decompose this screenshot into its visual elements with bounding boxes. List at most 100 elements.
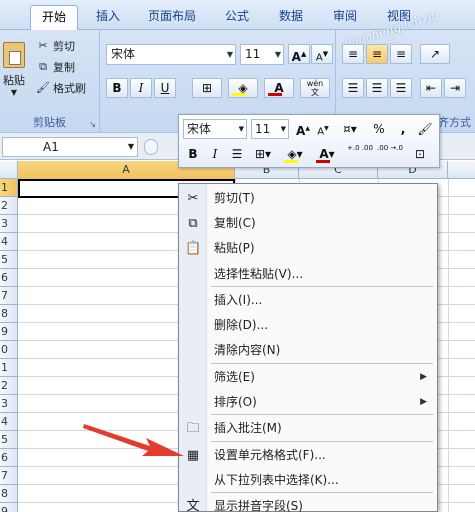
row-header[interactable]: 4 bbox=[0, 413, 18, 431]
currency-icon: ¤▾ bbox=[343, 122, 357, 136]
menu-item-label: 剪切(T) bbox=[214, 191, 255, 205]
align-right-button[interactable]: ☰ bbox=[390, 78, 412, 98]
row-header[interactable]: 1 bbox=[0, 179, 18, 197]
name-box[interactable]: A1 ▼ bbox=[2, 137, 138, 157]
mini-border-button[interactable]: ⊞▾ bbox=[249, 144, 277, 164]
row-header[interactable]: 4 bbox=[0, 233, 18, 251]
mini-font-color-button[interactable]: A▾ bbox=[313, 144, 341, 164]
row-header[interactable]: 2 bbox=[0, 377, 18, 395]
align-center-button[interactable]: ☰ bbox=[366, 78, 388, 98]
tab-insert[interactable]: 插入 bbox=[86, 5, 130, 30]
font-name-value: 宋体 bbox=[111, 47, 136, 61]
menu-item[interactable]: 从下拉列表中选择(K)... bbox=[179, 468, 437, 493]
ribbon: 开始 插入 页面布局 公式 数据 审阅 视图 jiaocheng.lchzju … bbox=[0, 0, 475, 132]
copy-button[interactable]: ⧉ 复制 bbox=[36, 59, 75, 75]
phonetic-button[interactable]: wén 文 bbox=[300, 78, 330, 98]
mini-fill-color-button[interactable]: ◈▾ bbox=[281, 144, 309, 164]
menu-separator bbox=[211, 492, 433, 493]
row-header[interactable]: 9 bbox=[0, 503, 18, 512]
row-header[interactable]: 2 bbox=[0, 197, 18, 215]
tab-formulas[interactable]: 公式 bbox=[214, 5, 260, 30]
paste-label: 粘贴 bbox=[3, 73, 25, 87]
menu-item-label: 删除(D)... bbox=[214, 318, 269, 332]
row-header[interactable]: 6 bbox=[0, 449, 18, 467]
row-header[interactable]: 8 bbox=[0, 485, 18, 503]
dialog-launcher-icon[interactable]: ↘ bbox=[89, 120, 96, 129]
italic-button[interactable]: I bbox=[130, 78, 152, 98]
mini-grow-font-button[interactable]: A▲ bbox=[293, 119, 313, 139]
copy-icon: ⧉ bbox=[188, 216, 198, 231]
tab-data[interactable]: 数据 bbox=[268, 5, 314, 30]
row-header[interactable]: 6 bbox=[0, 269, 18, 287]
shrink-font-button[interactable]: A▼ bbox=[311, 44, 333, 64]
mini-shrink-font-button[interactable]: A▼ bbox=[313, 119, 333, 139]
format-painter-button[interactable]: 🖌 格式刷 bbox=[36, 80, 86, 96]
menu-item[interactable]: 选择性粘贴(V)... bbox=[179, 262, 437, 287]
orientation-button[interactable]: ↗ bbox=[420, 44, 450, 64]
align-bottom-button[interactable]: ≡ bbox=[390, 44, 412, 64]
mini-font-size-select[interactable]: 11 ▼ bbox=[251, 119, 289, 139]
column-header-e[interactable] bbox=[448, 161, 475, 179]
paste-button[interactable]: 粘贴 ▼ bbox=[0, 36, 28, 102]
menu-item[interactable]: 📋 粘贴(P) bbox=[179, 236, 437, 261]
menu-item[interactable]: 🗀 插入批注(M) bbox=[179, 416, 437, 441]
menu-item[interactable]: 排序(O) ▶ bbox=[179, 390, 437, 415]
mini-format-painter-button[interactable]: 🖌 bbox=[415, 119, 435, 139]
menu-item[interactable]: ⧉ 复制(C) bbox=[179, 211, 437, 236]
format-painter-icon: 🖌 bbox=[36, 81, 50, 94]
increase-indent-icon: ⇥ bbox=[449, 81, 461, 95]
mini-center-button[interactable]: ☰ bbox=[227, 144, 247, 164]
menu-separator bbox=[211, 286, 433, 287]
select-all-corner[interactable] bbox=[0, 161, 18, 179]
tab-page-layout[interactable]: 页面布局 bbox=[140, 5, 204, 30]
context-menu: ✂ 剪切(T) ⧉ 复制(C) 📋 粘贴(P) 选择性粘贴(V)... 插入(I)... 删除(… bbox=[178, 183, 438, 512]
grow-font-button[interactable]: A▲ bbox=[288, 44, 310, 64]
tab-home[interactable]: 开始 bbox=[30, 5, 78, 30]
format-painter-label: 格式刷 bbox=[53, 82, 86, 95]
mini-bold-button[interactable]: B bbox=[183, 144, 203, 164]
menu-item[interactable]: 清除内容(N) bbox=[179, 338, 437, 363]
fill-color-button[interactable]: ◈ bbox=[228, 78, 258, 98]
menu-item-label: 插入(I)... bbox=[214, 293, 263, 307]
decrease-indent-button[interactable]: ⇤ bbox=[420, 78, 442, 98]
menu-item[interactable]: 文 显示拼音字段(S) bbox=[179, 494, 437, 512]
menu-item[interactable]: 筛选(E) ▶ bbox=[179, 365, 437, 390]
mini-percent-button[interactable]: % bbox=[369, 119, 389, 139]
row-header[interactable]: 3 bbox=[0, 395, 18, 413]
orientation-icon: ↗ bbox=[429, 47, 441, 61]
menu-item[interactable]: ▦ 设置单元格格式(F)... bbox=[179, 443, 437, 468]
mini-italic-button[interactable]: I bbox=[205, 144, 225, 164]
increase-indent-button[interactable]: ⇥ bbox=[444, 78, 466, 98]
row-header[interactable]: 7 bbox=[0, 287, 18, 305]
mini-merge-center-button[interactable]: ⊡ bbox=[407, 144, 433, 164]
mini-accounting-format-button[interactable]: ¤▾ bbox=[337, 119, 363, 139]
font-color-button[interactable]: A bbox=[264, 78, 294, 98]
cut-button[interactable]: ✂ 剪切 bbox=[36, 38, 75, 54]
font-name-select[interactable]: 宋体 ▼ bbox=[106, 44, 236, 65]
mini-increase-decimal-button[interactable]: +.0 .00 bbox=[347, 144, 373, 164]
align-left-button[interactable]: ☰ bbox=[342, 78, 364, 98]
row-header[interactable]: 7 bbox=[0, 467, 18, 485]
align-center-icon: ☰ bbox=[231, 147, 243, 161]
row-header[interactable]: 0 bbox=[0, 341, 18, 359]
row-header[interactable]: 1 bbox=[0, 359, 18, 377]
row-header[interactable]: 3 bbox=[0, 215, 18, 233]
row-header[interactable]: 8 bbox=[0, 305, 18, 323]
font-size-select[interactable]: 11 ▼ bbox=[240, 44, 284, 65]
align-top-button[interactable]: ≡ bbox=[342, 44, 364, 64]
row-header[interactable]: 5 bbox=[0, 251, 18, 269]
row-header[interactable]: 9 bbox=[0, 323, 18, 341]
menu-item[interactable]: ✂ 剪切(T) bbox=[179, 186, 437, 211]
mini-font-name-select[interactable]: 宋体 ▼ bbox=[183, 119, 247, 139]
mini-decrease-decimal-button[interactable]: .00 →.0 bbox=[377, 144, 403, 164]
border-button[interactable]: ⊞ bbox=[192, 78, 222, 98]
border-icon: ⊞▾ bbox=[254, 147, 272, 161]
mini-comma-button[interactable]: , bbox=[393, 119, 413, 139]
menu-item-label: 粘贴(P) bbox=[214, 241, 255, 255]
bold-button[interactable]: B bbox=[106, 78, 128, 98]
menu-item[interactable]: 删除(D)... bbox=[179, 313, 437, 338]
align-middle-button[interactable]: ≡ bbox=[366, 44, 388, 64]
underline-button[interactable]: U bbox=[154, 78, 176, 98]
row-header[interactable]: 5 bbox=[0, 431, 18, 449]
menu-item[interactable]: 插入(I)... bbox=[179, 288, 437, 313]
